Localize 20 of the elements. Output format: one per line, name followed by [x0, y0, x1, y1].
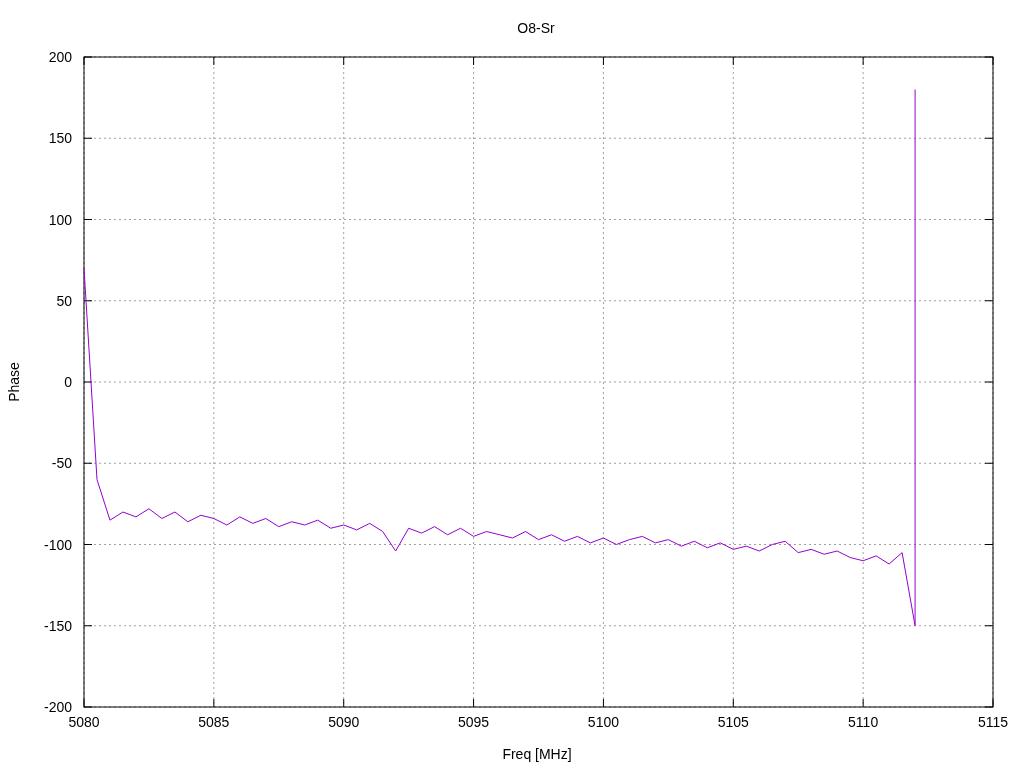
y-axis-label: Phase — [6, 362, 22, 402]
y-tick-label: -200 — [43, 699, 72, 715]
y-tick-label: -50 — [51, 455, 72, 472]
x-tick-label: 5100 — [587, 714, 619, 730]
y-tick-label: 100 — [48, 211, 72, 228]
y-tick-label: 200 — [48, 49, 72, 65]
y-tick-label: 150 — [48, 130, 72, 147]
y-tick-label: 50 — [56, 292, 72, 309]
y-tick-label: -150 — [43, 617, 72, 634]
x-tick-label: 5105 — [717, 714, 749, 730]
x-tick-label: 5085 — [198, 714, 230, 730]
x-tick-label: 5095 — [458, 714, 490, 730]
x-tick-label: 5080 — [68, 714, 100, 730]
x-tick-label: 5110 — [848, 714, 879, 730]
x-tick-label: 5090 — [328, 714, 360, 730]
x-tick-label: 5115 — [977, 714, 1009, 730]
x-axis-label: Freq [MHz] — [502, 746, 572, 762]
chart-title: O8-Sr — [517, 20, 555, 36]
y-tick-label: -100 — [43, 536, 72, 553]
y-tick-label: 0 — [64, 374, 72, 390]
